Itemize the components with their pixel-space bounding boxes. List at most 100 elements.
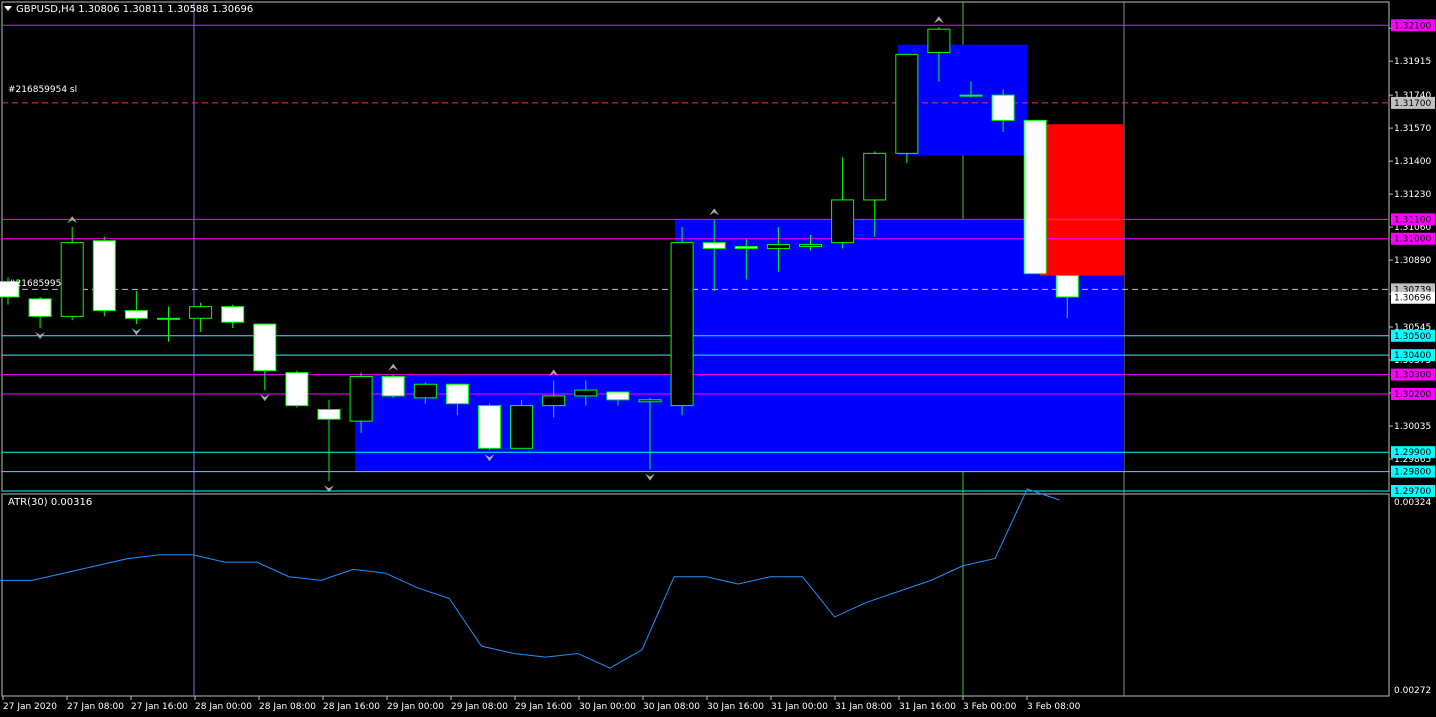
candle bbox=[285, 370, 309, 408]
price-label-box: 1.29900 bbox=[1391, 446, 1435, 459]
time-tick-label: 27 Jan 16:00 bbox=[131, 702, 188, 712]
time-tick-label: 27 Jan 08:00 bbox=[67, 702, 124, 712]
price-label-text: 1.29700 bbox=[1394, 487, 1431, 497]
price-label-text: 1.30200 bbox=[1394, 390, 1431, 400]
candle bbox=[124, 291, 148, 325]
price-label-box: 1.30200 bbox=[1391, 387, 1435, 400]
time-tick-label: 30 Jan 16:00 bbox=[707, 702, 764, 712]
time-tick-label: 29 Jan 16:00 bbox=[515, 702, 572, 712]
candle-body bbox=[28, 298, 52, 317]
price-tick-label: 1.31400 bbox=[1394, 157, 1431, 167]
candle-body bbox=[670, 242, 694, 407]
candle bbox=[253, 323, 277, 391]
candle-body bbox=[285, 372, 309, 407]
candle-body bbox=[927, 28, 951, 53]
candle-body bbox=[221, 306, 245, 323]
time-tick-label: 29 Jan 08:00 bbox=[451, 702, 508, 712]
price-label-text: 1.29800 bbox=[1394, 468, 1431, 478]
price-label-text: 1.30696 bbox=[1394, 294, 1431, 304]
time-tick-label: 30 Jan 08:00 bbox=[643, 702, 700, 712]
candle-body bbox=[157, 317, 180, 320]
candle-body bbox=[510, 405, 534, 449]
candle bbox=[381, 374, 405, 398]
price-label-box: 1.30400 bbox=[1391, 349, 1435, 362]
fractal-down-icon bbox=[131, 328, 142, 336]
candle-body bbox=[606, 391, 630, 401]
symbol-title: GBPUSD,H4 1.30806 1.30811 1.30588 1.3069… bbox=[16, 4, 254, 15]
candle-body bbox=[317, 409, 341, 420]
candle bbox=[478, 403, 501, 451]
price-label-text: 1.32100 bbox=[1394, 21, 1431, 31]
trading-chart[interactable]: 1.320851.319151.317401.315701.314001.312… bbox=[0, 0, 1436, 717]
atr-line bbox=[0, 488, 1060, 669]
candle-body bbox=[1055, 275, 1079, 298]
candle-body bbox=[92, 240, 116, 312]
price-tick-label: 1.31570 bbox=[1394, 124, 1431, 134]
candle-body bbox=[413, 383, 437, 399]
price-label-box: 1.30500 bbox=[1391, 329, 1435, 342]
time-tick-label: 30 Jan 00:00 bbox=[579, 702, 636, 712]
candle bbox=[157, 306, 180, 342]
fractal-up-icon bbox=[388, 363, 399, 371]
price-label-text: 1.30500 bbox=[1394, 332, 1431, 342]
atr-pane-frame bbox=[1, 493, 1390, 697]
price-tick-label: 1.30035 bbox=[1394, 422, 1431, 432]
candle-body bbox=[863, 152, 887, 201]
candle bbox=[189, 302, 213, 332]
candle bbox=[221, 304, 245, 328]
candle-body bbox=[1023, 119, 1047, 275]
time-tick-label: 28 Jan 00:00 bbox=[195, 702, 252, 712]
price-tick-label: 1.31230 bbox=[1394, 190, 1431, 200]
time-tick-label: 28 Jan 08:00 bbox=[259, 702, 316, 712]
time-tick-label: 27 Jan 2020 bbox=[3, 702, 57, 712]
time-tick-label: 31 Jan 16:00 bbox=[899, 702, 956, 712]
candle-body bbox=[991, 94, 1015, 121]
candle-body bbox=[638, 399, 662, 403]
candle-body bbox=[478, 405, 501, 449]
price-label-box: 1.32100 bbox=[1391, 19, 1435, 32]
candle-body bbox=[831, 199, 855, 244]
time-tick-label: 3 Feb 00:00 bbox=[963, 702, 1017, 712]
candle bbox=[670, 227, 694, 416]
supply-demand-zone bbox=[355, 374, 1124, 453]
candle-body bbox=[542, 395, 566, 407]
candle bbox=[510, 399, 534, 449]
candle-body bbox=[381, 376, 405, 397]
candle-body bbox=[349, 376, 373, 422]
candle-body bbox=[799, 244, 822, 248]
atr-tick-label: 0.00324 bbox=[1394, 498, 1431, 508]
price-label-text: 1.31100 bbox=[1394, 215, 1431, 225]
price-label-box: 1.29700 bbox=[1391, 485, 1435, 497]
candle-body bbox=[959, 94, 983, 97]
candle-body bbox=[124, 310, 148, 319]
candle-body bbox=[702, 242, 726, 249]
candle-body bbox=[253, 323, 277, 372]
supply-demand-zone bbox=[355, 452, 1124, 472]
time-tick-label: 31 Jan 08:00 bbox=[835, 702, 892, 712]
price-label-text: 1.31000 bbox=[1394, 235, 1431, 245]
price-label-box: 1.31700 bbox=[1391, 96, 1435, 109]
price-label-box: 1.30696 bbox=[1391, 291, 1435, 304]
time-tick-label: 29 Jan 00:00 bbox=[387, 702, 444, 712]
price-label-box: 1.31100 bbox=[1391, 213, 1435, 226]
candle-body bbox=[766, 244, 790, 249]
time-tick-label: 28 Jan 16:00 bbox=[323, 702, 380, 712]
price-tick-label: 1.31915 bbox=[1394, 57, 1431, 67]
time-tick-label: 3 Feb 08:00 bbox=[1027, 702, 1081, 712]
supply-demand-zone bbox=[1040, 124, 1124, 276]
atr-tick-label: 0.00272 bbox=[1394, 686, 1431, 696]
price-label-text: 1.30300 bbox=[1394, 371, 1431, 381]
time-tick-label: 31 Jan 00:00 bbox=[771, 702, 828, 712]
candle-body bbox=[60, 242, 84, 317]
candle bbox=[895, 53, 919, 164]
candle bbox=[92, 236, 116, 317]
candle-body bbox=[189, 306, 213, 319]
price-label-text: 1.29900 bbox=[1394, 448, 1431, 458]
candle bbox=[1023, 119, 1047, 275]
price-label-box: 1.30300 bbox=[1391, 368, 1435, 381]
order-label: #21685995 bbox=[8, 279, 62, 289]
dropdown-arrow-icon[interactable] bbox=[4, 6, 12, 11]
candle-body bbox=[734, 246, 758, 249]
candle-body bbox=[895, 53, 919, 154]
candle bbox=[60, 227, 84, 321]
